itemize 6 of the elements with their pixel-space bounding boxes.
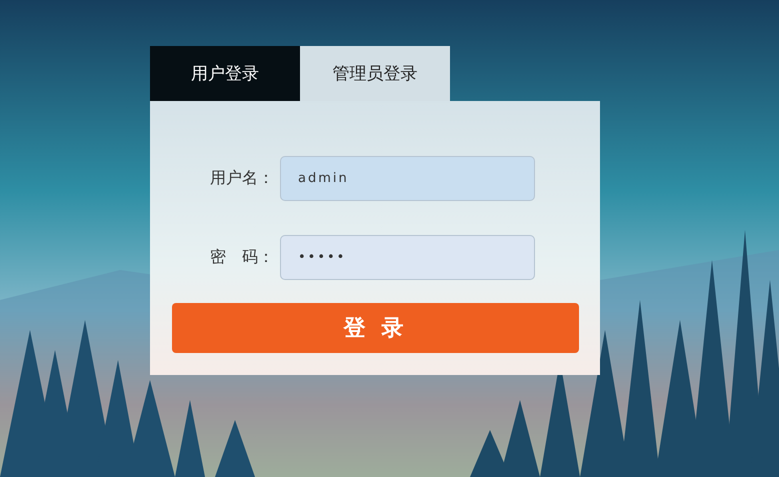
login-tab[interactable]: 管理员登录: [300, 46, 450, 101]
login-tab[interactable]: 用户登录: [150, 46, 300, 101]
input-field[interactable]: admin: [280, 156, 535, 201]
input-field[interactable]: •••••: [280, 235, 535, 280]
field-label: 用户名：: [209, 168, 275, 189]
field-label: 密 码：: [209, 247, 275, 268]
